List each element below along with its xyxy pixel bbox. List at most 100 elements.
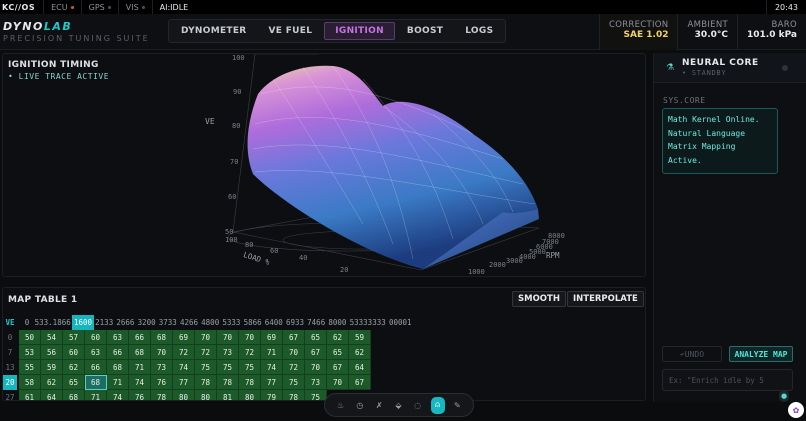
turbo-icon[interactable]: ✗ [373, 399, 386, 412]
table-cell[interactable]: 68 [129, 345, 151, 360]
table-cell[interactable]: 73 [305, 375, 327, 390]
table-cell[interactable]: 64 [349, 360, 371, 375]
table-cell[interactable]: 58 [19, 375, 41, 390]
table-cell[interactable]: 70 [217, 330, 239, 345]
tab-logs[interactable]: LOGS [455, 22, 503, 40]
table-cell[interactable]: 74 [107, 390, 129, 400]
table-cell[interactable]: 75 [305, 390, 327, 400]
column-header[interactable]: 0 [21, 315, 33, 330]
table-cell[interactable]: 63 [107, 330, 129, 345]
table-cell[interactable]: 68 [107, 360, 129, 375]
table-cell[interactable]: 70 [283, 345, 305, 360]
table-cell[interactable]: 75 [239, 360, 261, 375]
pen-icon[interactable]: ✎ [451, 399, 464, 412]
table-cell[interactable]: 69 [173, 330, 195, 345]
table-cell[interactable]: 73 [151, 360, 173, 375]
table-cell[interactable]: 62 [41, 375, 63, 390]
tab-ignition[interactable]: IGNITION [324, 22, 395, 40]
column-header[interactable]: 4266 [178, 315, 199, 330]
table-cell[interactable]: 60 [85, 330, 107, 345]
column-header[interactable]: 2666 [115, 315, 136, 330]
column-header[interactable]: 7466 [306, 315, 327, 330]
table-cell[interactable]: 77 [261, 375, 283, 390]
column-header[interactable]: 53333333 [348, 315, 387, 330]
column-header[interactable]: 6933 [284, 315, 305, 330]
column-header[interactable]: 5333 [221, 315, 242, 330]
table-cell[interactable]: 78 [283, 390, 305, 400]
table-cell[interactable]: 80 [195, 390, 217, 400]
table-cell[interactable]: 78 [217, 375, 239, 390]
table-cell[interactable]: 65 [327, 345, 349, 360]
table-cell[interactable]: 55 [19, 360, 41, 375]
table-cell[interactable]: 62 [349, 345, 371, 360]
table-cell[interactable]: 54 [41, 330, 63, 345]
gauge-icon[interactable]: ◷ [353, 399, 366, 412]
table-cell[interactable]: 78 [151, 390, 173, 400]
status-ai[interactable]: AI:IDLE [151, 0, 196, 14]
table-cell[interactable]: 80 [173, 390, 195, 400]
table-cell[interactable]: 81 [217, 390, 239, 400]
interpolate-button[interactable]: INTERPOLATE [567, 291, 644, 307]
column-header[interactable]: 1600 [72, 315, 94, 330]
column-header[interactable]: 6400 [263, 315, 284, 330]
table-cell[interactable]: 66 [107, 345, 129, 360]
table-cell[interactable]: 70 [151, 345, 173, 360]
smooth-button[interactable]: SMOOTH [512, 291, 566, 307]
table-cell[interactable]: 65 [305, 330, 327, 345]
row-header[interactable]: 20 [3, 375, 17, 390]
table-cell[interactable]: 74 [261, 360, 283, 375]
table-cell[interactable]: 72 [239, 345, 261, 360]
table-cell[interactable]: 74 [129, 375, 151, 390]
row-header[interactable]: 0 [3, 330, 17, 345]
row-header[interactable]: 7 [3, 345, 17, 360]
table-cell[interactable]: 66 [129, 330, 151, 345]
column-header[interactable]: 3733 [157, 315, 178, 330]
column-header[interactable]: 533.1866 [33, 315, 72, 330]
table-cell[interactable]: 66 [85, 360, 107, 375]
table-cell[interactable]: 50 [19, 330, 41, 345]
ai-prompt-input[interactable]: Ex: "Enrich idle by 5 [662, 369, 793, 391]
table-cell[interactable]: 80 [239, 390, 261, 400]
table-cell[interactable]: 76 [151, 375, 173, 390]
chat-icon[interactable]: ◌ [411, 399, 424, 412]
table-cell[interactable]: 78 [239, 375, 261, 390]
status-gps[interactable]: GPS [80, 0, 118, 14]
table-cell[interactable]: 67 [349, 375, 371, 390]
table-cell[interactable]: 70 [195, 330, 217, 345]
table-cell[interactable]: 67 [305, 345, 327, 360]
table-cell[interactable]: 72 [173, 345, 195, 360]
table-cell[interactable]: 59 [349, 330, 371, 345]
table-cell[interactable]: 56 [41, 345, 63, 360]
table-cell[interactable]: 60 [63, 345, 85, 360]
table-cell[interactable]: 71 [85, 390, 107, 400]
flame-icon[interactable]: ♨ [334, 399, 347, 412]
tab-dynometer[interactable]: DYNOMETER [171, 22, 257, 40]
table-cell[interactable]: 73 [217, 345, 239, 360]
drop-icon[interactable]: ⬙ [392, 399, 405, 412]
table-cell[interactable]: 75 [217, 360, 239, 375]
table-cell[interactable]: 65 [63, 375, 85, 390]
table-cell[interactable]: 59 [41, 360, 63, 375]
table-cell[interactable]: 77 [173, 375, 195, 390]
table-cell[interactable]: 75 [283, 375, 305, 390]
column-header[interactable]: 8000 [327, 315, 348, 330]
table-cell[interactable]: 71 [129, 360, 151, 375]
tab-boost[interactable]: BOOST [397, 22, 453, 40]
table-cell[interactable]: 67 [327, 360, 349, 375]
column-header[interactable]: 5866 [242, 315, 263, 330]
column-header[interactable]: 00001 [387, 315, 413, 330]
table-cell[interactable]: 71 [261, 345, 283, 360]
table-cell[interactable]: 68 [85, 375, 107, 390]
status-ecu[interactable]: ECU [43, 0, 81, 14]
table-cell[interactable]: 70 [327, 375, 349, 390]
table-cell[interactable]: 75 [195, 360, 217, 375]
brain-icon[interactable]: ⍝ [430, 396, 445, 414]
table-cell[interactable]: 70 [239, 330, 261, 345]
assistant-icon[interactable]: ✿ [788, 402, 804, 418]
table-cell[interactable]: 68 [63, 390, 85, 400]
column-header[interactable]: 3200 [136, 315, 157, 330]
column-header[interactable]: 2133 [94, 315, 115, 330]
row-header[interactable]: 13 [3, 360, 17, 375]
mic-icon[interactable]: ● [779, 390, 789, 402]
status-vis[interactable]: VIS [117, 0, 152, 14]
